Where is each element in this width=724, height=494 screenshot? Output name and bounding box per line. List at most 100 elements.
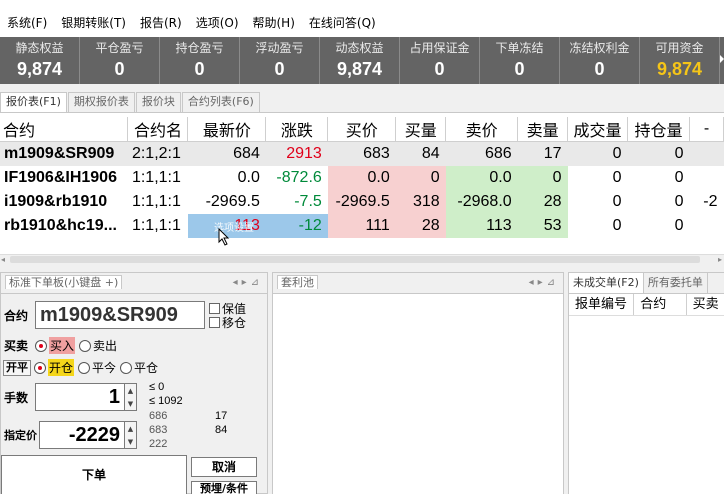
- scroll-thumb[interactable]: [10, 256, 700, 263]
- stat-close-pnl: 平仓盈亏 0: [80, 37, 160, 84]
- quote-hscrollbar[interactable]: ◂ ▸: [0, 254, 724, 264]
- cell-bid[interactable]: 111: [327, 213, 396, 238]
- price-row: 指定价 -2229 ▲ ▼: [1, 421, 137, 449]
- cell-bid[interactable]: -2969.5: [327, 189, 396, 214]
- cancel-button[interactable]: 取消: [191, 457, 257, 477]
- tab-all-orders[interactable]: 所有委托单: [644, 273, 708, 293]
- cell-volume: 0: [612, 168, 622, 186]
- standard-order-panel: 标准下单板(小键盘 +) ◂▸⊿ 合约 m1909&SR909 保值 移仓 买卖…: [0, 272, 268, 494]
- stat-label: 冻结权利金: [569, 41, 630, 55]
- menu-bar: 系统(F) 银期转账(T) 报告(R) 选项(O) 帮助(H) 在线问答(Q): [0, 0, 724, 37]
- roll-checkbox[interactable]: 移仓: [209, 315, 246, 330]
- down-icon[interactable]: ▼: [128, 438, 133, 446]
- open-radio[interactable]: 开仓: [34, 359, 75, 376]
- panel-nav-icons[interactable]: ◂▸⊿: [233, 273, 263, 293]
- price-input[interactable]: -2229: [39, 421, 125, 449]
- pending-columns: 报单编号 合约 买卖: [569, 294, 724, 316]
- panel-nav-icons[interactable]: ◂▸⊿: [529, 273, 559, 293]
- tab-pending-orders[interactable]: 未成交单(F2): [569, 273, 644, 293]
- up-icon[interactable]: ▲: [128, 425, 133, 433]
- menu-online-qa[interactable]: 在线问答(Q): [302, 13, 383, 33]
- cell-last: -2969.5: [205, 192, 260, 210]
- qty-stepper[interactable]: ▲ ▼: [125, 383, 137, 411]
- cell-ask-vol: 17: [517, 141, 568, 166]
- col-header-bid[interactable]: 买价: [327, 117, 397, 142]
- menu-options[interactable]: 选项(O): [189, 13, 246, 33]
- pending-tabs: 未成交单(F2) 所有委托单: [569, 273, 724, 294]
- stat-dynamic-equity: 动态权益 9,874: [320, 37, 400, 84]
- table-row[interactable]: rb1910&hc19... 1:1,1:1 113 -12 111 28 11…: [0, 213, 724, 238]
- col-header-change[interactable]: 涨跌: [265, 117, 329, 142]
- down-icon[interactable]: ▼: [128, 400, 133, 408]
- tab-quote-table[interactable]: 报价表(F1): [0, 92, 67, 112]
- table-row[interactable]: IF1906&IH1906 1:1,1:1 0.0 -872.6 0.0 0 0…: [0, 165, 724, 190]
- col-header-bid-vol[interactable]: 买量: [395, 117, 447, 142]
- tab-contract-list[interactable]: 合约列表(F6): [181, 92, 260, 112]
- price-stepper[interactable]: ▲ ▼: [125, 421, 137, 449]
- stat-value: 9,874: [656, 59, 703, 79]
- col-header-contract[interactable]: 合约: [0, 117, 129, 142]
- cell-bid-vol: 0: [395, 165, 446, 190]
- col-header-contract[interactable]: 合约: [634, 294, 687, 315]
- cell-bid-vol: 28: [395, 213, 446, 238]
- cell-volume: 0: [567, 141, 628, 166]
- col-header-name[interactable]: 合约名: [127, 117, 189, 142]
- cell-ask[interactable]: 113: [445, 213, 518, 238]
- order-panel-title[interactable]: 标准下单板(小键盘 +): [5, 275, 123, 289]
- table-row[interactable]: m1909&SR909 2:1,2:1 684 2913 683 84 686 …: [0, 141, 724, 166]
- close-today-radio[interactable]: 平今: [78, 359, 116, 376]
- up-icon[interactable]: ▲: [128, 387, 133, 395]
- menu-help[interactable]: 帮助(H): [246, 13, 302, 33]
- menu-report[interactable]: 报告(R): [133, 13, 189, 33]
- cell-last: 684: [187, 141, 266, 166]
- price-label: 指定价: [4, 429, 37, 442]
- cell-bid[interactable]: 0.0: [327, 165, 396, 190]
- open-close-button[interactable]: 开平: [3, 359, 31, 376]
- cell-bid[interactable]: 683: [327, 141, 396, 166]
- col-header-last[interactable]: 最新价: [187, 117, 267, 142]
- side-label: 买卖: [4, 339, 29, 353]
- table-row[interactable]: i1909&rb1910 1:1,1:1 -2969.5 -7.5 -2969.…: [0, 189, 724, 214]
- buy-label: 买入: [49, 337, 76, 354]
- qty-row: 手数 1 ▲ ▼: [1, 383, 137, 411]
- cell-volume: 0: [612, 192, 622, 210]
- stat-margin: 占用保证金 0: [400, 37, 480, 84]
- cell-ask-vol: 53: [517, 213, 568, 238]
- sell-price-info: 686: [149, 410, 168, 422]
- stat-value: 0: [434, 59, 445, 79]
- col-header-ask[interactable]: 卖价: [445, 117, 519, 142]
- scroll-left-icon[interactable]: ◂: [1, 255, 5, 264]
- cell-oi: 0: [674, 216, 684, 234]
- sell-radio[interactable]: 卖出: [79, 337, 117, 354]
- col-header-extra[interactable]: -: [689, 117, 724, 142]
- stat-value: 0: [514, 59, 525, 79]
- expand-arrow-icon[interactable]: [720, 37, 724, 84]
- tab-quote-block[interactable]: 报价块: [135, 92, 181, 112]
- qty-input[interactable]: 1: [35, 383, 125, 411]
- menu-bank-transfer[interactable]: 银期转账(T): [54, 13, 133, 33]
- scroll-right-icon[interactable]: ▸: [718, 255, 722, 264]
- stat-label: 动态权益: [335, 41, 384, 55]
- submit-order-button[interactable]: 下单: [1, 455, 187, 494]
- menu-row: 系统(F) 银期转账(T) 报告(R) 选项(O) 帮助(H) 在线问答(Q): [0, 13, 383, 33]
- buy-radio[interactable]: 买入: [35, 337, 76, 354]
- contract-input[interactable]: m1909&SR909: [35, 301, 205, 329]
- cell-ask[interactable]: 686: [445, 141, 518, 166]
- col-header-ask-vol[interactable]: 卖量: [517, 117, 569, 142]
- col-header-volume[interactable]: 成交量: [567, 117, 629, 142]
- conditional-order-button[interactable]: 预埋/条件: [191, 481, 257, 494]
- cell-ask[interactable]: 0.0: [445, 165, 518, 190]
- col-header-oi[interactable]: 持仓量: [627, 117, 690, 142]
- col-header-order-id[interactable]: 报单编号: [569, 294, 635, 315]
- col-header-side[interactable]: 买卖: [687, 294, 724, 315]
- close-today-label: 平今: [92, 361, 117, 375]
- arb-panel-title[interactable]: 套利池: [277, 275, 318, 289]
- cell-ask[interactable]: -2968.0: [445, 189, 518, 214]
- stat-label: 浮动盈亏: [255, 41, 304, 55]
- close-radio[interactable]: 平仓: [120, 359, 158, 376]
- menu-system[interactable]: 系统(F): [0, 13, 54, 33]
- stat-value: 9,874: [336, 59, 383, 79]
- title-strip: [0, 0, 724, 8]
- radio-off-icon: [120, 361, 133, 374]
- tab-option-quote[interactable]: 期权报价表: [67, 92, 135, 112]
